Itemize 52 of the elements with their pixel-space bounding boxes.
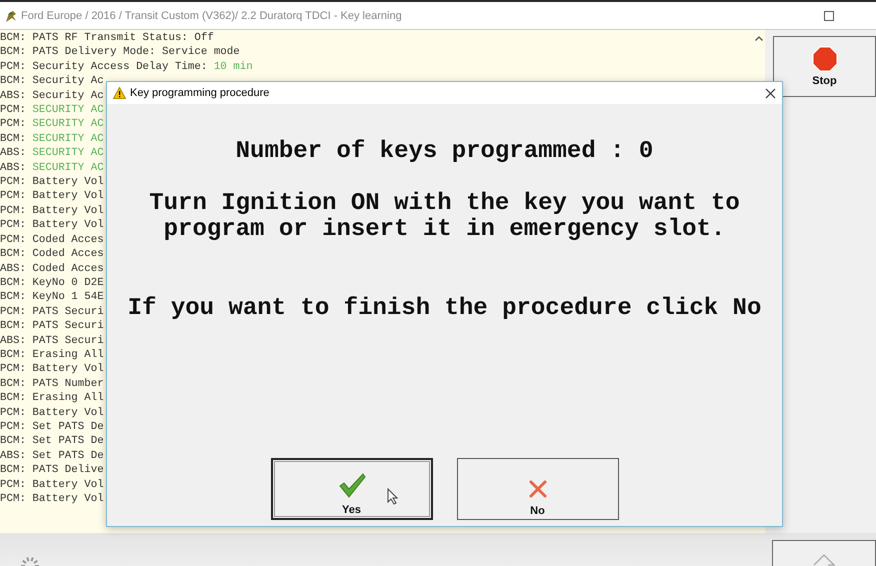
no-button[interactable]: No [456,458,618,520]
instruction-text: Turn Ignition ON with the key you want to program or insert it in emergency slot. [148,191,741,243]
up-button[interactable] [772,540,876,566]
log-line: BCM: KeyNo 1 54E [0,290,104,305]
log-line: ABS: Set PATS De [0,448,104,464]
log-line: BCM: PATS RF Transmit Status: Off [0,31,214,46]
log-line: BCM: Coded Acces [0,247,104,262]
log-line: BCM: PATS Number [0,376,104,392]
log-line: PCM: Battery Vol [0,362,104,377]
keys-count-text: Number of keys programmed : 0 [236,138,654,165]
log-line: PCM: Battery Vol [0,204,104,218]
log-line: PCM: SECURITY AC [0,117,104,132]
stop-sign-icon [812,46,838,72]
log-line: ABS: SECURITY AC [0,160,104,176]
log-line: BCM: SECURITY AC [0,132,104,146]
log-line: BCM: KeyNo 0 D2E [0,276,104,290]
log-line: PCM: Battery Vol [0,175,104,190]
window-title: Ford Europe / 2016 / Transit Custom (V362)/ 2.2 Duratorq TDCI - Key learning [21,10,402,22]
log-line: BCM: PATS Securi [0,319,104,334]
maximize-icon[interactable] [824,10,834,20]
log-line: PCM: Battery Vol [0,218,104,233]
scroll-up-icon[interactable] [754,36,762,41]
log-line: PCM: SECURITY AC [0,103,104,118]
log-line: PCM: Battery Vol [0,492,104,506]
log-line: PCM: Battery Vol [0,478,104,492]
dialog-title: Key programming procedure [130,87,270,99]
log-line: BCM: Set PATS De [0,434,104,449]
warning-icon [113,87,126,99]
log-line: PCM: Security Access Delay Time: 10 min [0,60,253,74]
log-line: BCM: Erasing All [0,348,104,362]
log-line: BCM: PATS Delivery Mode: Service mode [0,45,240,60]
cross-icon [528,479,548,499]
log-line: PCM: Coded Acces [0,232,104,248]
log-line: BCM: PATS Delive [0,463,104,478]
log-line: PCM: Battery Vol [0,406,104,420]
cursor-icon [386,488,398,505]
log-line: ABS: PATS Securi [0,334,104,348]
spinner-icon [18,556,42,566]
log-line: BCM: Erasing All [0,391,104,406]
log-line: ABS: Coded Acces [0,262,104,276]
close-icon[interactable] [765,88,776,98]
log-line: BCM: Security Ac [0,74,104,89]
log-line: ABS: SECURITY AC [0,146,104,161]
yes-button[interactable]: Yes [270,458,432,520]
app-icon [4,8,18,22]
log-line: PCM: PATS Securi [0,304,104,320]
checkmark-icon [338,472,366,498]
log-line: ABS: Security Ac [0,88,104,104]
finish-note-text: If you want to finish the procedure click No [128,295,762,322]
log-line: PCM: Set PATS De [0,420,104,434]
stop-button[interactable]: Stop [773,36,876,97]
log-line: PCM: Battery Vol [0,189,104,204]
